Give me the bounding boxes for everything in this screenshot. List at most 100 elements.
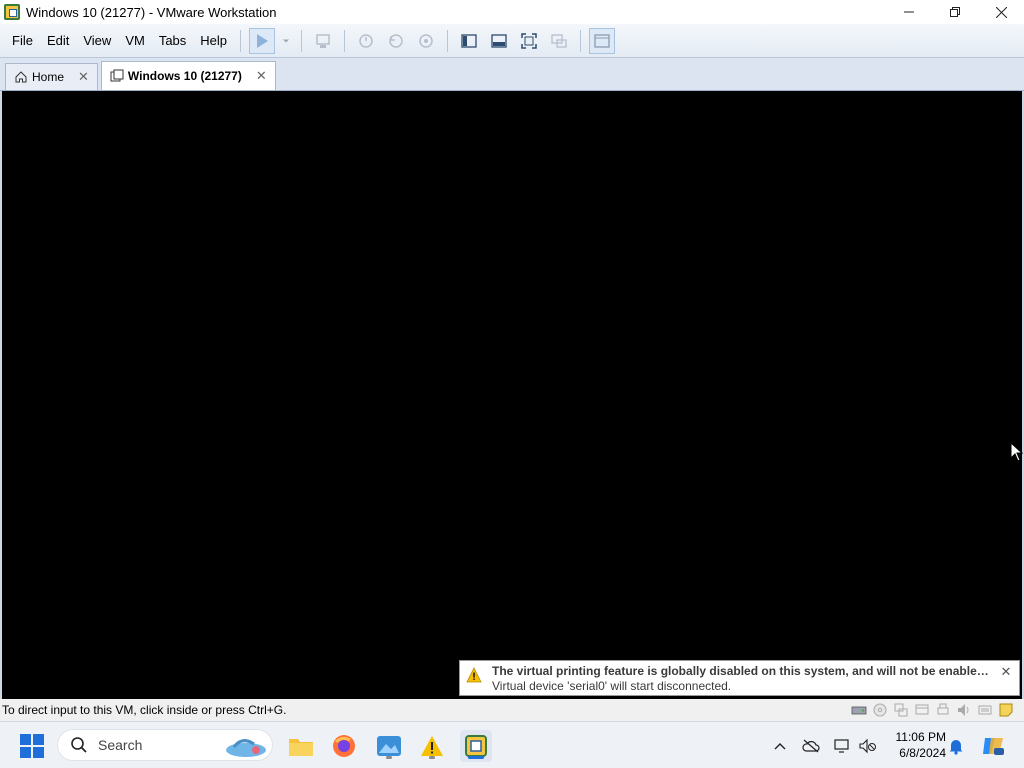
status-text: To direct input to this VM, click inside…	[2, 703, 287, 717]
console-view-icon	[594, 33, 610, 48]
notification-bar: The virtual printing feature is globally…	[459, 660, 1020, 696]
notification-content: The virtual printing feature is globally…	[492, 664, 995, 692]
message-log-icon[interactable]	[998, 702, 1014, 718]
device-status-icons	[846, 702, 1014, 718]
volume-tray[interactable]	[858, 736, 878, 756]
warning-icon	[466, 667, 482, 683]
start-button[interactable]	[20, 734, 44, 758]
system-clock[interactable]: 11:06 PM 6/8/2024	[884, 729, 946, 761]
toolbar-separator	[447, 29, 449, 52]
send-ctrl-alt-del-icon	[316, 33, 330, 48]
tab-label: Windows 10 (21277)	[127, 69, 242, 83]
menu-help[interactable]: Help	[193, 24, 234, 58]
search-icon	[71, 737, 87, 753]
onedrive-tray[interactable]	[801, 736, 821, 756]
notification-title: The virtual printing feature is globally…	[492, 664, 995, 678]
show-library-button[interactable]	[456, 28, 482, 54]
title-bar: Windows 10 (21277) - VMware Workstation	[0, 0, 1024, 24]
close-notification-icon[interactable]: ✕	[999, 664, 1013, 692]
power-on-button[interactable]	[249, 27, 276, 54]
copilot-button[interactable]	[980, 733, 1006, 759]
menu-file[interactable]: File	[5, 24, 40, 58]
chevron-up-icon	[774, 743, 786, 750]
copilot-icon	[983, 738, 1004, 755]
taskbar-search[interactable]: Search	[57, 729, 273, 761]
library-icon	[461, 33, 477, 48]
network-icon	[834, 739, 849, 753]
toolbar-separator	[344, 29, 346, 52]
window-title: Windows 10 (21277) - VMware Workstation	[26, 4, 277, 20]
take-snapshot-button[interactable]	[353, 28, 379, 54]
unity-icon	[551, 33, 567, 48]
vm-icon	[110, 69, 124, 82]
home-icon	[15, 71, 27, 83]
notifications-button[interactable]	[946, 736, 966, 756]
unity-button[interactable]	[546, 28, 572, 54]
menu-vm[interactable]: VM	[118, 24, 152, 58]
revert-snapshot-icon	[389, 33, 403, 48]
play-icon	[257, 33, 269, 48]
warning-app[interactable]	[416, 730, 448, 762]
tab-vm[interactable]: Windows 10 (21277) ✕	[100, 61, 276, 90]
notification-subtitle: Virtual device 'serial0' will start disc…	[492, 679, 732, 692]
search-highlight-icon	[226, 739, 266, 757]
network-adapter-icon[interactable]	[893, 702, 909, 718]
windows-logo-icon	[20, 734, 31, 745]
speaker-muted-icon	[859, 738, 876, 754]
tab-home[interactable]: Home ✕	[5, 63, 98, 90]
status-bar: To direct input to this VM, click inside…	[0, 699, 1024, 721]
thumbnail-bar-button[interactable]	[486, 28, 512, 54]
snapshot-icon	[359, 33, 373, 48]
usb-controller-icon[interactable]	[914, 702, 930, 718]
full-screen-button[interactable]	[516, 28, 542, 54]
serial-port-icon[interactable]	[977, 702, 993, 718]
windows-taskbar: Search 11:06 PM 6/8/2024	[0, 721, 1024, 768]
maximize-button[interactable]	[932, 0, 978, 24]
send-ctrl-alt-del-button[interactable]	[310, 28, 336, 54]
menu-edit[interactable]: Edit	[40, 24, 76, 58]
toolbar-separator	[580, 29, 582, 52]
close-button[interactable]	[978, 0, 1024, 24]
window-controls	[886, 0, 1024, 24]
folder-icon	[289, 739, 313, 756]
vm-console-display[interactable]	[0, 91, 1024, 699]
show-hidden-icons-button[interactable]	[770, 736, 790, 756]
power-dropdown-button[interactable]	[279, 28, 293, 54]
close-tab-icon[interactable]: ✕	[78, 69, 89, 85]
full-screen-icon	[521, 32, 537, 49]
menu-tabs[interactable]: Tabs	[152, 24, 193, 58]
vmware-workstation-app[interactable]	[460, 730, 492, 762]
tab-bar: Home ✕ Windows 10 (21277) ✕	[0, 58, 1024, 91]
revert-snapshot-button[interactable]	[383, 28, 409, 54]
running-indicator	[386, 756, 392, 759]
cloud-offline-icon	[802, 739, 820, 753]
file-explorer-app[interactable]	[285, 730, 317, 762]
toolbar-separator	[240, 29, 242, 52]
running-indicator	[429, 756, 435, 759]
menu-view[interactable]: View	[76, 24, 118, 58]
snapshot-manager-button[interactable]	[413, 28, 439, 54]
firefox-app[interactable]	[328, 730, 360, 762]
photos-icon	[377, 736, 401, 756]
snapshot-manager-icon	[419, 33, 433, 48]
cd-dvd-icon[interactable]	[872, 702, 888, 718]
firefox-icon	[333, 735, 355, 757]
thumbnail-bar-icon	[491, 33, 507, 48]
tab-label: Home	[32, 70, 65, 84]
vmware-app-icon	[4, 4, 20, 20]
console-view-button[interactable]	[589, 27, 616, 54]
clock-time: 11:06 PM	[895, 730, 946, 744]
minimize-button[interactable]	[886, 0, 932, 24]
printer-icon[interactable]	[935, 702, 951, 718]
toolbar-separator	[301, 29, 303, 52]
bell-icon	[949, 740, 963, 755]
vmware-icon	[465, 735, 487, 757]
warning-triangle-icon	[421, 736, 443, 756]
close-tab-icon[interactable]: ✕	[256, 68, 267, 84]
photos-app[interactable]	[373, 730, 405, 762]
network-tray[interactable]	[833, 736, 853, 756]
active-indicator	[468, 756, 484, 759]
sound-card-icon[interactable]	[956, 702, 972, 718]
hard-disk-icon[interactable]	[851, 702, 867, 718]
mouse-cursor-icon	[1010, 442, 1024, 462]
